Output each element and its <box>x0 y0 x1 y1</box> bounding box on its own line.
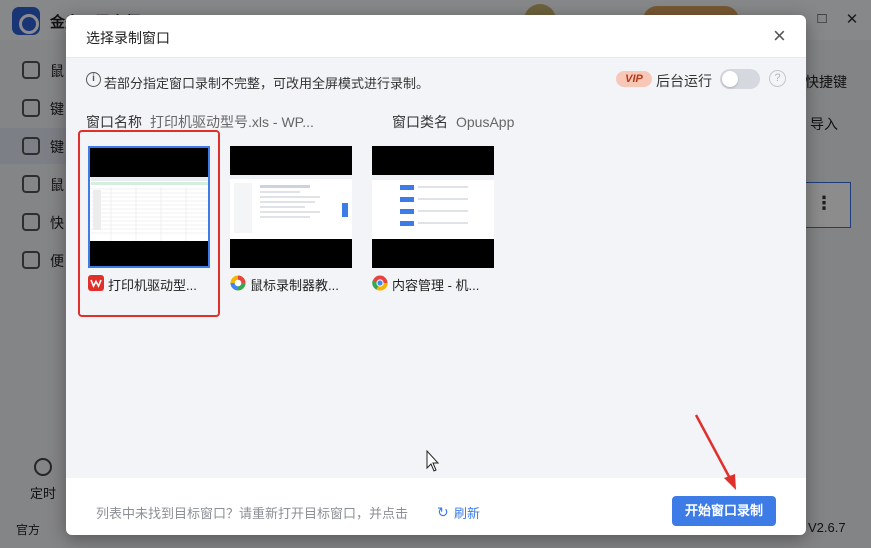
close-icon[interactable]: × <box>773 25 786 47</box>
footer-hint: 列表中未找到目标窗口？请重新打开目标窗口，并点击 <box>96 506 409 521</box>
window-class: 窗口类名 OpusApp <box>392 112 514 132</box>
window-label: 鼠标录制器教... <box>250 278 339 293</box>
webpage-preview <box>372 175 494 239</box>
info-icon: i <box>86 72 101 87</box>
window-card[interactable]: 鼠标录制器教... <box>228 144 354 294</box>
window-thumbnail <box>230 146 352 268</box>
window-name-value: 打印机驱动型号.xls - WP... <box>150 114 314 130</box>
window-thumbnail <box>372 146 494 268</box>
help-icon[interactable]: ? <box>769 70 786 87</box>
dialog-title: 选择录制窗口 <box>86 30 170 46</box>
wps-icon <box>88 275 104 291</box>
toggle-knob <box>722 71 738 87</box>
window-card[interactable]: 打印机驱动型... <box>86 144 212 294</box>
window-name-label: 窗口名称 <box>86 114 142 130</box>
vip-badge: VIP <box>616 71 652 87</box>
info-text: 若部分指定窗口录制不完整，可改用全屏模式进行录制。 <box>104 76 430 91</box>
background-run-label: 后台运行 <box>656 73 712 89</box>
window-name: 窗口名称 打印机驱动型号.xls - WP... <box>86 112 314 132</box>
window-label: 打印机驱动型... <box>108 278 197 293</box>
refresh-icon[interactable]: ↻ <box>437 504 449 521</box>
window-class-value: OpusApp <box>456 114 515 130</box>
colorful-app-icon <box>230 275 246 291</box>
refresh-link[interactable]: 刷新 <box>454 503 480 522</box>
background-run-toggle[interactable] <box>720 69 760 89</box>
window-label: 内容管理 - 机... <box>392 278 480 293</box>
select-window-dialog: 选择录制窗口 × i 若部分指定窗口录制不完整，可改用全屏模式进行录制。 VIP… <box>66 15 806 535</box>
window-thumbnail <box>88 146 210 268</box>
document-preview <box>230 175 352 239</box>
chrome-icon <box>372 275 388 291</box>
window-card[interactable]: 内容管理 - 机... <box>370 144 496 294</box>
window-class-label: 窗口类名 <box>392 114 448 130</box>
spreadsheet-preview <box>90 177 208 241</box>
start-window-recording-button[interactable]: 开始窗口录制 <box>672 496 776 526</box>
